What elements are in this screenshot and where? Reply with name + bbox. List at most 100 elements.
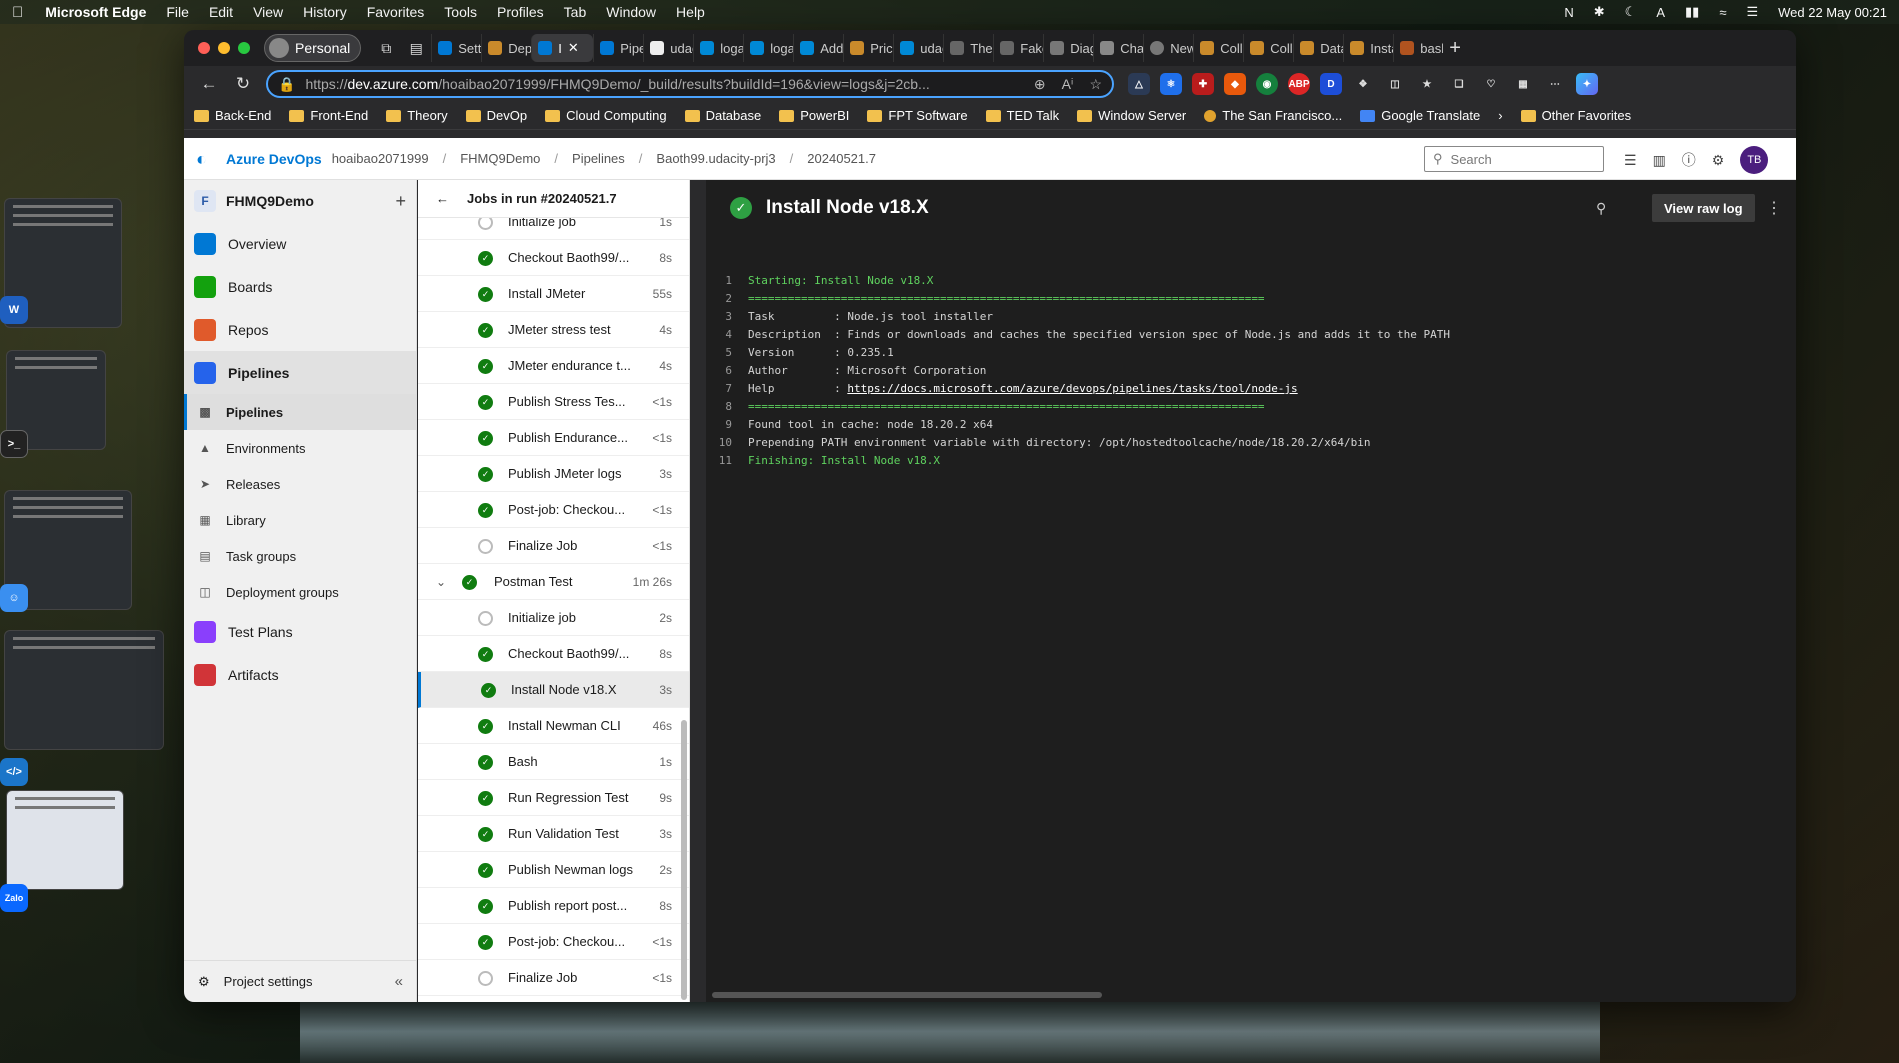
bookmarks-overflow-icon[interactable]: › bbox=[1498, 108, 1502, 123]
tab[interactable]: Sett bbox=[431, 34, 481, 62]
job-step-row[interactable]: ✓ Publish JMeter logs 3s bbox=[418, 456, 689, 492]
log-horizontal-scrollbar[interactable] bbox=[712, 992, 1102, 998]
address-bar[interactable]: 🔒 https://dev.azure.com/hoaibao2071999/F… bbox=[266, 70, 1114, 98]
other-favorites-folder[interactable]: Other Favorites bbox=[1520, 108, 1631, 123]
help-link[interactable]: https://docs.microsoft.com/azure/devops/… bbox=[847, 380, 1297, 398]
project-settings[interactable]: ⚙ Project settings « bbox=[184, 960, 417, 1002]
tab[interactable]: Chat bbox=[1093, 34, 1143, 62]
workspaces-icon[interactable]: ⧉ bbox=[371, 33, 401, 63]
job-step-row[interactable]: ✓ Run Regression Test 9s bbox=[418, 780, 689, 816]
bluetooth-icon[interactable]: ✱ bbox=[1594, 4, 1605, 20]
word-icon[interactable]: W bbox=[0, 296, 28, 324]
bookmark-folder[interactable]: TED Talk bbox=[985, 108, 1059, 123]
close-tab-icon[interactable]: ✕ bbox=[568, 40, 579, 56]
window-thumbnail[interactable] bbox=[4, 630, 164, 750]
tab[interactable]: loga bbox=[743, 34, 793, 62]
user-settings-icon[interactable]: ⚙ bbox=[1712, 152, 1725, 169]
finder-icon[interactable]: ☺ bbox=[0, 584, 28, 612]
tab[interactable]: udac bbox=[643, 34, 693, 62]
job-step-row[interactable]: ✓ Checkout Baoth99/... 8s bbox=[418, 240, 689, 276]
zoom-icon[interactable]: ⊕ bbox=[1034, 76, 1046, 93]
new-tab-icon[interactable]: + bbox=[1449, 37, 1461, 60]
log-search-icon[interactable]: ⚲ bbox=[1596, 200, 1606, 217]
view-raw-log-button[interactable]: View raw log bbox=[1652, 194, 1755, 222]
add-icon[interactable]: + bbox=[395, 191, 406, 212]
tab[interactable]: Insta bbox=[1343, 34, 1393, 62]
tab[interactable]: udac bbox=[893, 34, 943, 62]
menu-history[interactable]: History bbox=[303, 4, 347, 20]
bookmark-folder[interactable]: PowerBI bbox=[779, 108, 849, 123]
bookmark-folder[interactable]: Back-End bbox=[194, 108, 271, 123]
job-step-row[interactable]: ✓ Install Node v18.X 3s bbox=[418, 672, 689, 708]
marketplace-bag-icon[interactable]: ▥ bbox=[1653, 152, 1666, 169]
favorite-star-icon[interactable]: ☆ bbox=[1089, 76, 1102, 93]
job-step-row[interactable]: ✓ Checkout Baoth99/... 8s bbox=[418, 636, 689, 672]
breadcrumb-pipelines[interactable]: Pipelines bbox=[572, 151, 625, 166]
extension-icon[interactable]: ◉ bbox=[1256, 73, 1278, 95]
menu-file[interactable]: File bbox=[166, 4, 189, 20]
job-step-row[interactable]: ✓ Install Newman CLI 46s bbox=[418, 708, 689, 744]
job-step-row[interactable]: ✓ JMeter endurance t... 4s bbox=[418, 348, 689, 384]
job-step-row[interactable]: ✓ Publish Stress Tes... <1s bbox=[418, 384, 689, 420]
tab-active[interactable]: I ✕ bbox=[531, 34, 594, 62]
terminal-icon[interactable]: >_ bbox=[0, 430, 28, 458]
tab[interactable]: Add bbox=[793, 34, 843, 62]
adblock-icon[interactable]: ABP bbox=[1288, 73, 1310, 95]
wifi-icon[interactable]: ≈ bbox=[1719, 5, 1726, 20]
breadcrumb-pipeline[interactable]: Baoth99.udacity-prj3 bbox=[656, 151, 775, 166]
breadcrumb-run[interactable]: 20240521.7 bbox=[807, 151, 876, 166]
menu-help[interactable]: Help bbox=[676, 4, 705, 20]
job-step-row[interactable]: Finalize Job <1s bbox=[418, 960, 689, 996]
input-source-icon[interactable]: A bbox=[1656, 5, 1665, 20]
tab[interactable]: Coll bbox=[1243, 34, 1293, 62]
nav-pipelines[interactable]: Pipelines bbox=[184, 351, 416, 394]
job-step-row[interactable]: Initialize job 2s bbox=[418, 600, 689, 636]
bookmark-folder[interactable]: Theory bbox=[386, 108, 448, 123]
bookmark-folder[interactable]: Front-End bbox=[289, 108, 368, 123]
job-step-row[interactable]: ✓ Publish Endurance... <1s bbox=[418, 420, 689, 456]
app-name[interactable]: Microsoft Edge bbox=[45, 4, 146, 20]
search-input[interactable]: ⚲ Search bbox=[1424, 146, 1604, 172]
bookmark-folder[interactable]: FPT Software bbox=[867, 108, 968, 123]
subnav-library[interactable]: ▦ Library bbox=[184, 502, 416, 538]
menu-edit[interactable]: Edit bbox=[209, 4, 233, 20]
avatar[interactable]: TB bbox=[1740, 146, 1769, 174]
project-name[interactable]: FHMQ9Demo bbox=[226, 193, 314, 209]
subnav-releases[interactable]: ➤ Releases bbox=[184, 466, 416, 502]
job-step-row[interactable]: ✓ Install JMeter 55s bbox=[418, 276, 689, 312]
job-step-row[interactable]: Finalize Job <1s bbox=[418, 528, 689, 564]
extension-icon[interactable]: ✚ bbox=[1192, 73, 1214, 95]
tab[interactable]: The bbox=[943, 34, 993, 62]
control-center-icon[interactable]: ☰ bbox=[1746, 4, 1758, 20]
menu-tools[interactable]: Tools bbox=[444, 4, 477, 20]
more-icon[interactable]: ⋯ bbox=[1544, 73, 1566, 95]
vscode-icon[interactable]: </> bbox=[0, 758, 28, 786]
job-step-row[interactable]: ✓ Publish report post... 8s bbox=[418, 888, 689, 924]
close-window-button[interactable] bbox=[198, 42, 210, 54]
collapse-nav-icon[interactable]: « bbox=[395, 973, 403, 990]
bookmark-folder[interactable]: Window Server bbox=[1077, 108, 1186, 123]
tab[interactable]: New bbox=[1143, 34, 1193, 62]
tab[interactable]: Fake bbox=[993, 34, 1043, 62]
minimize-window-button[interactable] bbox=[218, 42, 230, 54]
moon-icon[interactable]: ☾ bbox=[1625, 4, 1637, 20]
battery-icon[interactable]: ▮▮ bbox=[1685, 4, 1699, 20]
menu-profiles[interactable]: Profiles bbox=[497, 4, 544, 20]
chevron-down-icon[interactable]: ⌄ bbox=[436, 575, 446, 589]
nav-overview[interactable]: Overview bbox=[184, 222, 416, 265]
browser-essentials-icon[interactable]: ♡ bbox=[1480, 73, 1502, 95]
tab[interactable]: Dep bbox=[481, 34, 531, 62]
notion-icon[interactable]: N bbox=[1564, 5, 1573, 20]
bookmark-link[interactable]: The San Francisco... bbox=[1204, 108, 1342, 123]
subnav-task-groups[interactable]: ▤ Task groups bbox=[184, 538, 416, 574]
subnav-environments[interactable]: ▲ Environments bbox=[184, 430, 416, 466]
nav-artifacts[interactable]: Artifacts bbox=[184, 653, 416, 696]
job-group-row[interactable]: ⌄ ✓ Postman Test 1m 26s bbox=[418, 564, 689, 600]
apps-icon[interactable]: ▦ bbox=[1512, 73, 1534, 95]
tab[interactable]: Pipe bbox=[593, 34, 643, 62]
tab[interactable]: bash bbox=[1393, 34, 1443, 62]
zoom-window-button[interactable] bbox=[238, 42, 250, 54]
menu-tab[interactable]: Tab bbox=[564, 4, 587, 20]
clock[interactable]: Wed 22 May 00:21 bbox=[1778, 5, 1887, 20]
split-screen-icon[interactable]: ◫ bbox=[1384, 73, 1406, 95]
